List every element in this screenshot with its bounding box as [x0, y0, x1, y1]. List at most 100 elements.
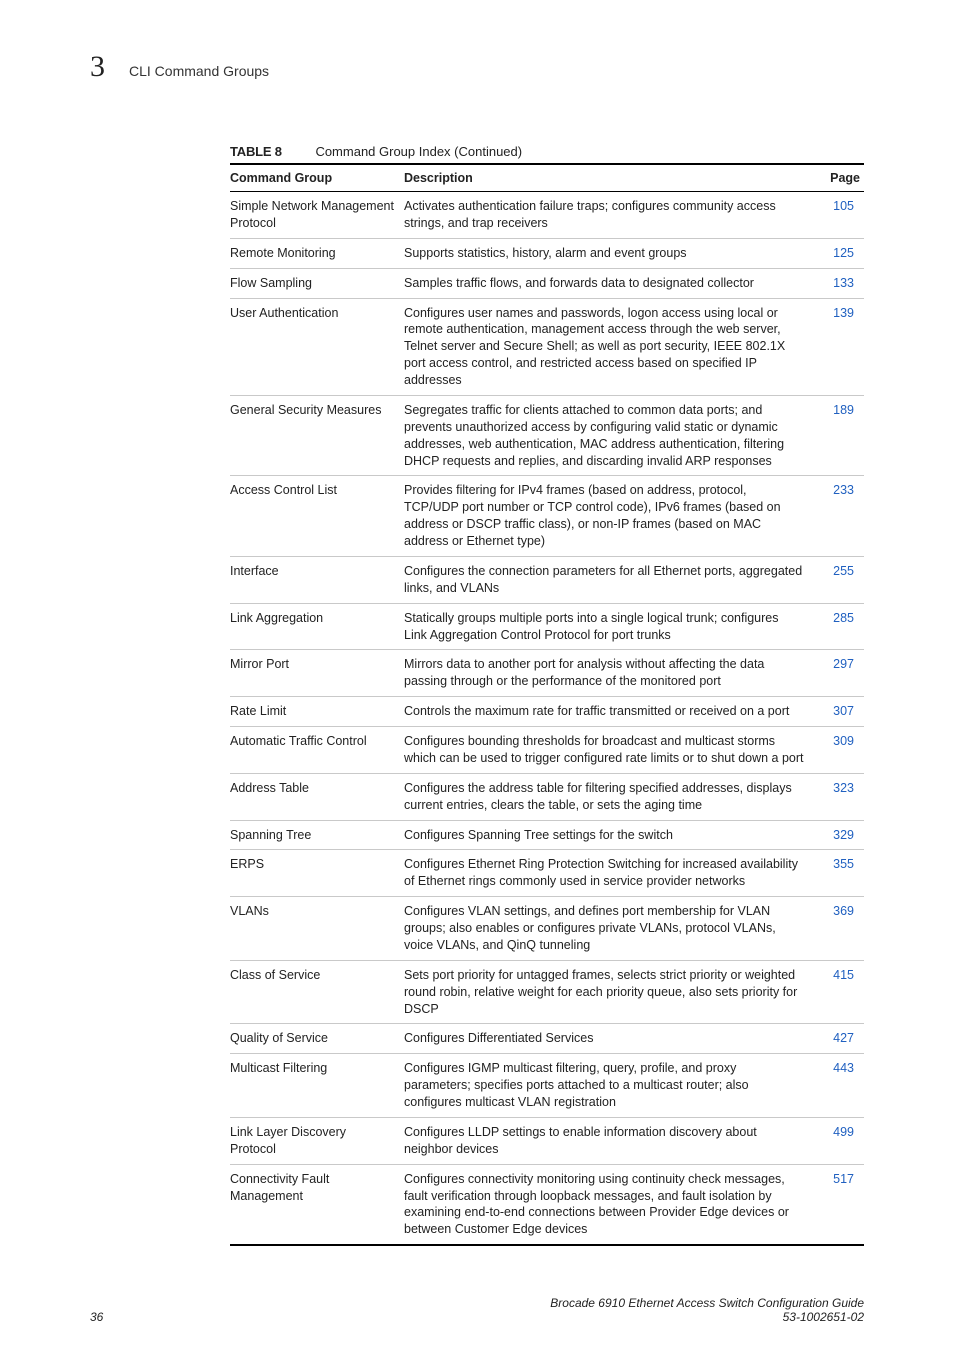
cell-command-group: Class of Service — [230, 960, 404, 1024]
page-header: 3 CLI Command Groups — [90, 50, 864, 84]
cell-page: 309 — [814, 727, 864, 774]
page-footer: 36 Brocade 6910 Ethernet Access Switch C… — [90, 1296, 864, 1324]
cell-page: 133 — [814, 268, 864, 298]
page-link[interactable]: 499 — [833, 1125, 854, 1139]
page-link[interactable]: 427 — [833, 1031, 854, 1045]
cell-page: 189 — [814, 395, 864, 476]
page-link[interactable]: 297 — [833, 657, 854, 671]
cell-description: Configures bounding thresholds for broad… — [404, 727, 814, 774]
chapter-title: CLI Command Groups — [129, 63, 269, 79]
cell-description: Configures VLAN settings, and defines po… — [404, 897, 814, 961]
cell-command-group: Spanning Tree — [230, 820, 404, 850]
cell-command-group: VLANs — [230, 897, 404, 961]
cell-description: Configures the address table for filteri… — [404, 773, 814, 820]
cell-command-group: General Security Measures — [230, 395, 404, 476]
col-header-desc: Description — [404, 164, 814, 192]
cell-page: 323 — [814, 773, 864, 820]
table-row: Link AggregationStatically groups multip… — [230, 603, 864, 650]
page-link[interactable]: 369 — [833, 904, 854, 918]
page-link[interactable]: 309 — [833, 734, 854, 748]
cell-command-group: Address Table — [230, 773, 404, 820]
cell-command-group: User Authentication — [230, 298, 404, 395]
cell-page: 415 — [814, 960, 864, 1024]
page-link[interactable]: 323 — [833, 781, 854, 795]
page-link[interactable]: 307 — [833, 704, 854, 718]
table-row: Link Layer Discovery ProtocolConfigures … — [230, 1117, 864, 1164]
cell-page: 297 — [814, 650, 864, 697]
page-link[interactable]: 189 — [833, 403, 854, 417]
cell-command-group: Access Control List — [230, 476, 404, 557]
table-row: VLANsConfigures VLAN settings, and defin… — [230, 897, 864, 961]
table-row: ERPSConfigures Ethernet Ring Protection … — [230, 850, 864, 897]
page-link[interactable]: 133 — [833, 276, 854, 290]
table-number: TABLE 8 — [230, 144, 282, 159]
cell-description: Activates authentication failure traps; … — [404, 192, 814, 239]
cell-page: 355 — [814, 850, 864, 897]
cell-page: 427 — [814, 1024, 864, 1054]
cell-description: Samples traffic flows, and forwards data… — [404, 268, 814, 298]
cell-command-group: Automatic Traffic Control — [230, 727, 404, 774]
table-row: Simple Network Management ProtocolActiva… — [230, 192, 864, 239]
table-row: Remote MonitoringSupports statistics, hi… — [230, 238, 864, 268]
table-row: Class of ServiceSets port priority for u… — [230, 960, 864, 1024]
page-link[interactable]: 139 — [833, 306, 854, 320]
cell-page: 517 — [814, 1164, 864, 1245]
cell-description: Statically groups multiple ports into a … — [404, 603, 814, 650]
table-row: InterfaceConfigures the connection param… — [230, 556, 864, 603]
cell-command-group: Interface — [230, 556, 404, 603]
table-header-row: Command Group Description Page — [230, 164, 864, 192]
footer-right: Brocade 6910 Ethernet Access Switch Conf… — [550, 1296, 864, 1324]
page-link[interactable]: 355 — [833, 857, 854, 871]
cell-command-group: Simple Network Management Protocol — [230, 192, 404, 239]
page-link[interactable]: 125 — [833, 246, 854, 260]
page-link[interactable]: 255 — [833, 564, 854, 578]
table-row: Rate LimitControls the maximum rate for … — [230, 697, 864, 727]
cell-description: Configures the connection parameters for… — [404, 556, 814, 603]
cell-description: Configures user names and passwords, log… — [404, 298, 814, 395]
cell-description: Sets port priority for untagged frames, … — [404, 960, 814, 1024]
page-link[interactable]: 233 — [833, 483, 854, 497]
footer-doc-number: 53-1002651-02 — [550, 1310, 864, 1324]
cell-description: Configures Differentiated Services — [404, 1024, 814, 1054]
cell-command-group: ERPS — [230, 850, 404, 897]
table-row: Access Control ListProvides filtering fo… — [230, 476, 864, 557]
table-row: Connectivity Fault ManagementConfigures … — [230, 1164, 864, 1245]
table-row: Mirror PortMirrors data to another port … — [230, 650, 864, 697]
table-row: Quality of ServiceConfigures Differentia… — [230, 1024, 864, 1054]
col-header-page: Page — [814, 164, 864, 192]
table-row: Multicast FilteringConfigures IGMP multi… — [230, 1054, 864, 1118]
cell-page: 255 — [814, 556, 864, 603]
page-link[interactable]: 105 — [833, 199, 854, 213]
cell-page: 307 — [814, 697, 864, 727]
cell-command-group: Mirror Port — [230, 650, 404, 697]
cell-page: 499 — [814, 1117, 864, 1164]
table-title: Command Group Index (Continued) — [315, 144, 522, 159]
cell-description: Controls the maximum rate for traffic tr… — [404, 697, 814, 727]
cell-command-group: Multicast Filtering — [230, 1054, 404, 1118]
cell-command-group: Flow Sampling — [230, 268, 404, 298]
page-link[interactable]: 443 — [833, 1061, 854, 1075]
command-group-table: Command Group Description Page Simple Ne… — [230, 163, 864, 1246]
page-link[interactable]: 517 — [833, 1172, 854, 1186]
cell-page: 329 — [814, 820, 864, 850]
table-row: Automatic Traffic ControlConfigures boun… — [230, 727, 864, 774]
cell-page: 139 — [814, 298, 864, 395]
cell-command-group: Quality of Service — [230, 1024, 404, 1054]
cell-description: Configures connectivity monitoring using… — [404, 1164, 814, 1245]
cell-command-group: Link Layer Discovery Protocol — [230, 1117, 404, 1164]
cell-page: 105 — [814, 192, 864, 239]
cell-description: Provides filtering for IPv4 frames (base… — [404, 476, 814, 557]
page-link[interactable]: 285 — [833, 611, 854, 625]
cell-page: 233 — [814, 476, 864, 557]
footer-doc-title: Brocade 6910 Ethernet Access Switch Conf… — [550, 1296, 864, 1310]
col-header-group: Command Group — [230, 164, 404, 192]
page-link[interactable]: 329 — [833, 828, 854, 842]
cell-page: 285 — [814, 603, 864, 650]
cell-description: Configures IGMP multicast filtering, que… — [404, 1054, 814, 1118]
page-link[interactable]: 415 — [833, 968, 854, 982]
table-row: Address TableConfigures the address tabl… — [230, 773, 864, 820]
cell-description: Configures LLDP settings to enable infor… — [404, 1117, 814, 1164]
chapter-number: 3 — [90, 50, 105, 84]
table-row: Flow SamplingSamples traffic flows, and … — [230, 268, 864, 298]
table-row: General Security MeasuresSegregates traf… — [230, 395, 864, 476]
